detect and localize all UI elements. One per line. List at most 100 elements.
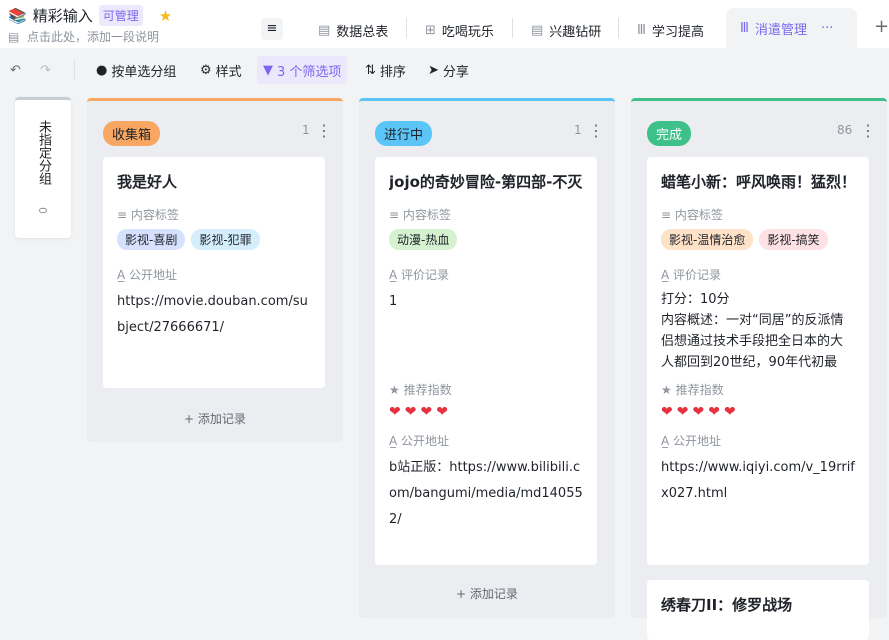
sort-icon: ⇅	[365, 62, 376, 78]
filter-button[interactable]: ▼ 3 个筛选项	[257, 56, 348, 84]
label: 分享	[442, 64, 469, 80]
record-card[interactable]: 我是好人 ≡ 内容标签 影视-喜剧 影视-犯罪 A̲ 公开地址 https://m…	[103, 157, 325, 388]
text-field-icon: A̲	[389, 434, 398, 448]
review-line: 内容概述：一对“同居”的反派情侣想通过技术手段把全日本的大人都回到20世纪，90…	[661, 313, 844, 370]
group-count: 1	[302, 123, 310, 137]
tab-label: 消遣管理	[754, 22, 807, 38]
label: 样式	[215, 64, 242, 80]
tab-label: 学习提高	[651, 24, 704, 40]
field-label: A̲ 公开地址	[389, 432, 583, 449]
rating-hearts: ❤ ❤ ❤ ❤ ❤	[661, 404, 855, 420]
card-title: 我是好人	[117, 173, 178, 191]
label: 排序	[379, 64, 406, 80]
kanban-icon: Ⅲ	[740, 20, 749, 36]
tab-divider	[618, 18, 619, 38]
add-record-button[interactable]: + 添加记录	[87, 410, 343, 427]
label: 按单选分组	[111, 64, 177, 80]
share-button[interactable]: ➤ 分享	[424, 56, 473, 84]
star-icon: ★	[661, 383, 672, 397]
text-field-icon: A̲	[661, 434, 670, 448]
gear-icon: ⚙	[200, 62, 212, 78]
record-card[interactable]: 蜡笔小新：呼风唤雨！猛烈！ ≡ 内容标签 影视-温情治愈 影视-搞笑 A̲ 评价记…	[647, 157, 869, 565]
text-field-icon: A̲	[661, 268, 670, 282]
ungrouped-count: 0	[36, 207, 49, 214]
tab-leisure[interactable]: Ⅲ 消遣管理 ···	[726, 8, 857, 48]
label: 3 个筛选项	[277, 64, 342, 80]
group-count: 86	[837, 123, 853, 137]
undo-icon[interactable]: ↶	[6, 56, 25, 84]
card-title: jojo的奇妙冒险-第四部-不灭钻石	[389, 173, 583, 191]
add-record-button[interactable]: + 添加记录	[359, 585, 615, 602]
ungrouped-label: 未指定分组	[36, 120, 51, 185]
more-vertical-icon[interactable]: ⋮	[860, 121, 876, 140]
record-card[interactable]: 绣春刀II：修罗战场	[647, 580, 869, 640]
column-in-progress: 进行中 1 ⋮ jojo的奇妙冒险-第四部-不灭钻石 ≡ 内容标签 动漫-热血 …	[359, 98, 615, 618]
record-card[interactable]: jojo的奇妙冒险-第四部-不灭钻石 ≡ 内容标签 动漫-热血 A̲ 评价记录 …	[375, 157, 597, 565]
group-count: 1	[574, 123, 582, 137]
more-icon[interactable]: ···	[821, 21, 833, 36]
label: 添加记录	[197, 412, 246, 426]
label: 推荐指数	[675, 383, 724, 397]
add-tab-icon[interactable]: +	[874, 16, 889, 37]
tag: 影视-温情治愈	[661, 229, 754, 250]
label: 评价记录	[401, 268, 450, 282]
heart-icon: ❤	[404, 404, 418, 420]
url-value[interactable]: https://www.iqiyi.com/v_19rrifx027.html	[661, 455, 855, 507]
grid-table-icon: ▤	[318, 22, 331, 38]
heart-icon: ❤	[389, 404, 402, 420]
tag: 影视-喜剧	[117, 229, 186, 250]
tag-field-icon: ≡	[389, 208, 400, 222]
doc-icon: ▤	[8, 30, 20, 44]
group-icon: ●	[96, 62, 108, 78]
books-icon: 📚	[8, 6, 27, 25]
heart-icon: ❤	[436, 404, 449, 420]
group-button[interactable]: ● 按单选分组	[92, 56, 180, 84]
field-label: ★ 推荐指数	[389, 381, 583, 398]
review-line: 打分：10分	[661, 292, 730, 307]
group-chip: 完成	[647, 121, 692, 146]
column-done: 完成 86 ⋮ 蜡笔小新：呼风唤雨！猛烈！ ≡ 内容标签 影视-温情治愈 影视-搞…	[631, 98, 887, 640]
column-inbox: 收集箱 1 ⋮ 我是好人 ≡ 内容标签 影视-喜剧 影视-犯罪 A̲ 公开地址 h…	[87, 98, 343, 442]
label: 内容标签	[674, 208, 723, 222]
tag: 动漫-热血	[389, 229, 458, 250]
more-vertical-icon[interactable]: ⋮	[316, 121, 332, 140]
menu-icon[interactable]: ≡	[261, 18, 283, 40]
field-label: ≡ 内容标签	[661, 206, 855, 223]
url-value[interactable]: https://movie.douban.com/subject/2766667…	[117, 289, 311, 341]
base-name[interactable]: 精彩输入	[33, 5, 93, 26]
style-button[interactable]: ⚙ 样式	[196, 56, 246, 84]
description[interactable]: ▤ 点击此处，添加一段说明	[8, 28, 159, 45]
rating-hearts: ❤ ❤ ❤ ❤	[389, 404, 583, 420]
group-chip: 进行中	[375, 121, 433, 146]
heart-icon: ❤	[708, 404, 721, 420]
group-chip: 收集箱	[103, 121, 161, 146]
base-title: 📚 精彩输入 可管理 ★	[8, 5, 172, 26]
heart-icon: ❤	[661, 404, 674, 420]
ungrouped-column[interactable]: 未指定分组 0	[15, 97, 71, 238]
url-value[interactable]: b站正版：https://www.bilibili.com/bangumi/me…	[389, 455, 583, 533]
review-value: 1	[389, 294, 398, 309]
field-label: ≡ 内容标签	[389, 206, 583, 223]
star-icon[interactable]: ★	[159, 7, 172, 25]
field-label: A̲ 评价记录	[389, 266, 583, 283]
tab-study[interactable]: Ⅲ 学习提高	[637, 12, 704, 48]
filter-icon: ▼	[263, 62, 273, 78]
label: 公开地址	[673, 434, 722, 448]
field-label: ★ 推荐指数	[661, 381, 855, 398]
tab-data-table[interactable]: ▤ 数据总表	[318, 12, 388, 48]
tab-divider	[406, 18, 407, 38]
gallery-icon: ⊞	[425, 22, 436, 38]
grid-table-icon: ▤	[531, 22, 544, 38]
tag-field-icon: ≡	[117, 208, 128, 222]
tab-label: 兴趣钻研	[549, 24, 602, 40]
field-label: A̲ 评价记录	[661, 266, 855, 283]
label: 添加记录	[469, 587, 518, 601]
heart-icon: ❤	[692, 404, 706, 420]
tab-food[interactable]: ⊞ 吃喝玩乐	[425, 12, 494, 48]
tab-interest[interactable]: ▤ 兴趣钻研	[531, 12, 601, 48]
sort-button[interactable]: ⇅ 排序	[361, 56, 410, 84]
tag: 影视-犯罪	[191, 229, 260, 250]
more-vertical-icon[interactable]: ⋮	[588, 121, 604, 140]
redo-icon[interactable]: ↷	[36, 56, 55, 84]
text-field-icon: A̲	[389, 268, 398, 282]
